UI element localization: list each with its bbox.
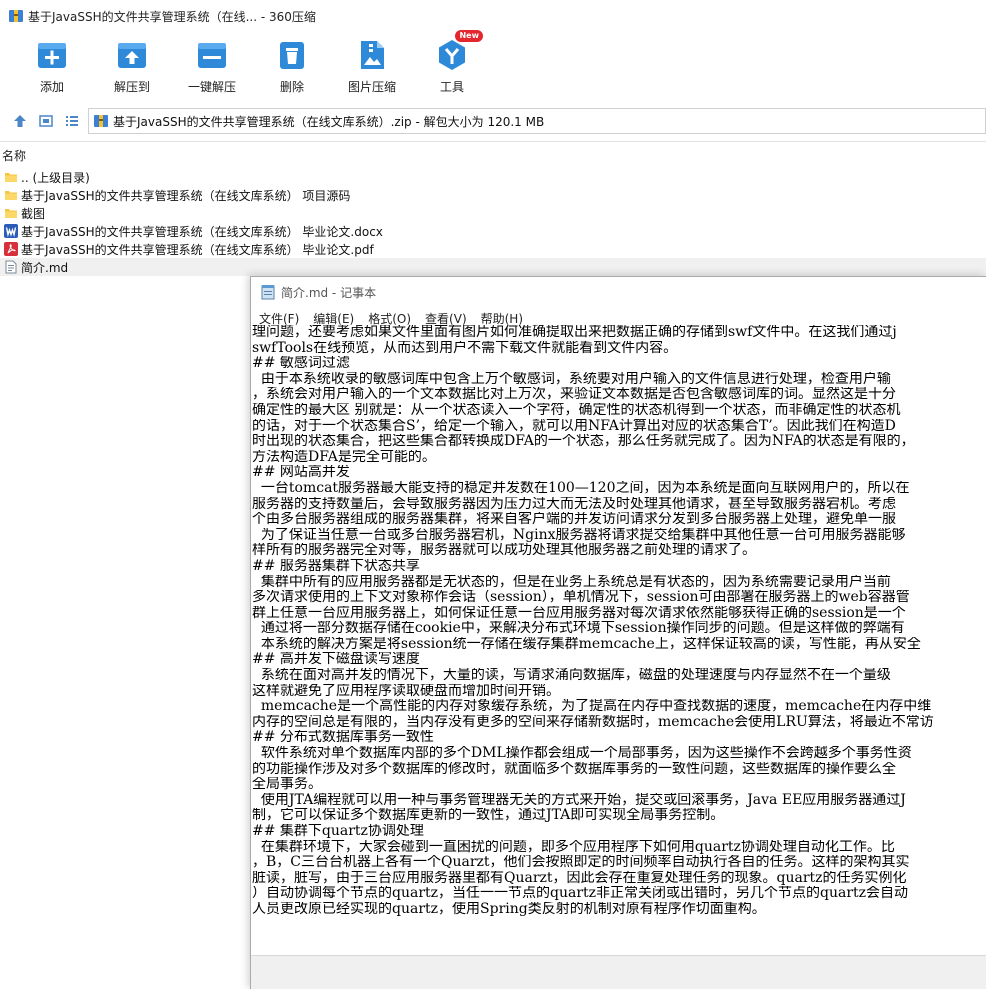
- extract-to-icon: [115, 38, 149, 72]
- notepad-text-line: 本系统的解决方案是将session统一存储在缓存集群memcache上，这样保证…: [252, 636, 921, 652]
- list-item[interactable]: 基于JavaSSH的文件共享管理系统（在线文库系统） 毕业论文.docx: [0, 222, 986, 240]
- tools-icon: New: [435, 30, 483, 72]
- list-item[interactable]: 截图: [0, 204, 986, 222]
- list-item-name: 基于JavaSSH的文件共享管理系统（在线文库系统） 毕业论文.docx: [21, 224, 383, 239]
- notepad-text-line: 在集群环境下，大家会碰到一直困扰的问题，即多个应用程序下如何用quartz协调处…: [252, 839, 895, 855]
- window-title: 基于JavaSSH的文件共享管理系统（在线... - 360压缩: [28, 9, 316, 24]
- list-item-name: 基于JavaSSH的文件共享管理系统（在线文库系统） 项目源码: [21, 188, 351, 203]
- list-item-name: 简介.md: [21, 260, 69, 275]
- image-compress-button[interactable]: 图片压缩: [332, 38, 412, 98]
- notepad-text-line: 的功能操作涉及对多个数据库的修改时，就面临多个数据库事务的一致性问题，这些数据库…: [252, 761, 896, 777]
- notepad-text-line: 制，它可以保证多个数据库更新的一致性，通过JTA即可实现全局事务控制。: [252, 808, 725, 824]
- notepad-text-line: 通过将一部分数据存储在cookie中，来解决分布式环境下session操作同步的…: [252, 621, 905, 637]
- menu-file[interactable]: 文件(F): [259, 310, 299, 327]
- notepad-text-line: 服务器的支持数量后，会导致服务器因为压力过大而无法及时处理其他请求，甚至导致服务…: [252, 496, 896, 512]
- notepad-text-line: memcache是一个高性能的内存对象缓存系统，为了提高在内存中查找数据的速度，…: [252, 699, 932, 715]
- notepad-text-line: 人员更改原已经实现的quartz，使用Spring类反射的机制对原有程序作切面重…: [252, 901, 766, 917]
- notepad-text-line: 为了保证当任意一台或多台服务器宕机，Nginx服务器将请求提交给集群中其他任意一…: [252, 527, 906, 543]
- one-click-extract-button[interactable]: 一键解压: [172, 38, 252, 98]
- notepad-text-line: 全局事务。: [252, 777, 322, 793]
- delete-label: 删除: [279, 80, 304, 94]
- notepad-text-line: 个由多台服务器组成的服务器集群，将来自客户端的并发访问请求分发到多台服务器上处理…: [252, 512, 896, 528]
- notepad-text-line: 样所有的服务器完全对等，服务器就可以成功处理其他服务器之前处理的请求了。: [252, 543, 756, 559]
- notepad-text-line: 脏读，脏写，由于三台应用服务器里都有Quarzt，因此会存在重复处理任务的现象。…: [252, 870, 907, 886]
- zip-archive-icon: [93, 113, 109, 129]
- list-item[interactable]: 基于JavaSSH的文件共享管理系统（在线文库系统） 项目源码: [0, 186, 986, 204]
- notepad-text-line: swfTools在线预览，从而达到用户不需下载文件就能看到文件内容。: [252, 340, 678, 356]
- archive-path-text: 基于JavaSSH的文件共享管理系统（在线文库系统）.zip - 解包大小为 1…: [113, 114, 545, 129]
- archive-path-field[interactable]: 基于JavaSSH的文件共享管理系统（在线文库系统）.zip - 解包大小为 1…: [88, 108, 986, 134]
- notepad-icon: [261, 284, 275, 300]
- one-click-extract-label: 一键解压: [187, 80, 236, 94]
- notepad-text-line: 群上任意一台应用服务器上，如何保证任意一台应用服务器对每次请求依然能够获得正确的…: [252, 605, 906, 621]
- extract-to-label: 解压到: [113, 80, 150, 94]
- add-button[interactable]: 添加: [12, 38, 92, 98]
- notepad-text-line: 时出现的状态集合，把这些集合都转换成DFA的一个状态，那么任务就完成了。因为NF…: [252, 434, 915, 450]
- list-item[interactable]: 基于JavaSSH的文件共享管理系统（在线文库系统） 毕业论文.pdf: [0, 240, 986, 258]
- delete-button[interactable]: 删除: [252, 38, 332, 98]
- main-toolbar: 添加 解压到 一键解压 删除 图片压缩 New 工具: [0, 30, 986, 100]
- delete-icon: [275, 38, 309, 72]
- menu-edit[interactable]: 编辑(E): [313, 310, 354, 327]
- notepad-text-line: ## 敏感词过滤: [252, 356, 350, 372]
- folder-icon: [4, 206, 18, 220]
- list-item-name: .. (上级目录): [21, 170, 90, 185]
- list-item[interactable]: 简介.md: [0, 258, 986, 276]
- one-click-extract-icon: [195, 38, 229, 72]
- word-document-icon: [4, 224, 18, 238]
- list-item-name: 基于JavaSSH的文件共享管理系统（在线文库系统） 毕业论文.pdf: [21, 242, 374, 257]
- menu-help[interactable]: 帮助(H): [481, 310, 523, 327]
- notepad-titlebar[interactable]: 简介.md - 记事本: [251, 277, 986, 307]
- notepad-text-line: 由于本系统收录的敏感词库中包含上万个敏感词，系统要对用户输入的文件信息进行处理，…: [252, 371, 891, 387]
- list-view-icon[interactable]: [64, 113, 80, 129]
- menu-view[interactable]: 查看(V): [425, 310, 467, 327]
- column-header-name[interactable]: 名称: [0, 146, 986, 166]
- notepad-text-line: ## 服务器集群下状态共享: [252, 558, 420, 574]
- image-compress-label: 图片压缩: [347, 80, 396, 94]
- add-label: 添加: [39, 80, 64, 94]
- notepad-text-line: 理问题，还要考虑如果文件里面有图片如何准确提取出来把数据正确的存储到swf文件中…: [252, 325, 897, 340]
- notepad-text-line: 使用JTA编程就可以用一种与事务管理器无关的方式来开始，提交或回滚事务，Java…: [252, 792, 906, 808]
- notepad-text-line: 软件系统对单个数据库内部的多个DML操作都会组成一个局部事务，因为这些操作不会跨…: [252, 746, 912, 762]
- add-icon: [35, 38, 69, 72]
- notepad-text-line: 方法构造DFA是完全可能的。: [252, 449, 436, 465]
- window-titlebar: 基于JavaSSH的文件共享管理系统（在线... - 360压缩: [0, 0, 986, 32]
- notepad-text-line: 内存的空间总是有限的，当内存没有更多的空间来存储新数据时，memcache会使用…: [252, 714, 934, 730]
- notepad-text-line: ## 集群下quartz协调处理: [252, 824, 424, 839]
- archive-app-icon: [8, 8, 24, 24]
- list-item[interactable]: .. (上级目录): [0, 168, 986, 186]
- file-list: .. (上级目录) 基于JavaSSH的文件共享管理系统（在线文库系统） 项目源…: [0, 168, 986, 276]
- notepad-text-line: ## 网站高并发: [252, 465, 350, 481]
- notepad-text-line: 这样就避免了应用程序读取硬盘而增加时间开销。: [252, 683, 560, 699]
- text-file-icon: [4, 260, 18, 274]
- notepad-text-line: 多次请求使用的上下文对象称作会话（session），单机情况下，session可…: [252, 590, 910, 606]
- notepad-text-area[interactable]: 理问题，还要考虑如果文件里面有图片如何准确提取出来把数据正确的存储到swf文件中…: [251, 325, 986, 955]
- notepad-text-line: 集群中所有的应用服务器都是无状态的，但是在业务上系统总是有状态的，因为系统需要记…: [252, 574, 891, 590]
- extract-to-button[interactable]: 解压到: [92, 38, 172, 98]
- notepad-title: 简介.md - 记事本: [281, 285, 377, 300]
- list-item-name: 截图: [21, 206, 46, 221]
- notepad-window: 简介.md - 记事本 文件(F) 编辑(E) 格式(O) 查看(V) 帮助(H…: [250, 276, 986, 989]
- image-compress-icon: [355, 38, 389, 72]
- menu-format[interactable]: 格式(O): [368, 310, 411, 327]
- address-bar: 基于JavaSSH的文件共享管理系统（在线文库系统）.zip - 解包大小为 1…: [0, 100, 986, 142]
- notepad-text-line: ，系统会对用户输入的一个文本数据比对上万次，来验证文本数据是否包含敏感词库的词。…: [252, 387, 896, 403]
- notepad-text-line: 一台tomcat服务器最大能支持的稳定并发数在100—120之间，因为本系统是面…: [252, 480, 910, 496]
- notepad-text-line: ）自动协调每个节点的quartz，当任一一节点的quartz非正常关闭或出错时，…: [252, 886, 909, 902]
- new-badge: New: [455, 30, 483, 42]
- notepad-text-line: ## 高并发下磁盘读写速度: [252, 652, 420, 668]
- up-arrow-icon[interactable]: [12, 113, 28, 129]
- folder-icon: [4, 170, 18, 184]
- thumbnail-view-icon[interactable]: [38, 113, 54, 129]
- folder-icon: [4, 188, 18, 202]
- notepad-text-line: 的话，对于一个状态集合S’，给定一个输入，就可以用NFA计算出对应的状态集合T’…: [252, 418, 896, 434]
- tools-label: 工具: [439, 80, 464, 94]
- notepad-text-line: ，B，C三台台机器上各有一个Quarzt，他们会按照即定的时间频率自动执行各自的…: [252, 855, 910, 871]
- tools-button[interactable]: New 工具: [412, 30, 492, 98]
- notepad-text-line: 系统在面对高并发的情况下，大量的读，写请求涌向数据库，磁盘的处理速度与内存显然不…: [252, 668, 891, 684]
- notepad-status-bar: [251, 955, 986, 989]
- notepad-text-line: 确定性的最大区 别就是：从一个状态读入一个字符，确定性的状态机得到一个状态，而非…: [252, 402, 901, 418]
- notepad-text-line: ## 分布式数据库事务一致性: [252, 730, 434, 746]
- pdf-document-icon: [4, 242, 18, 256]
